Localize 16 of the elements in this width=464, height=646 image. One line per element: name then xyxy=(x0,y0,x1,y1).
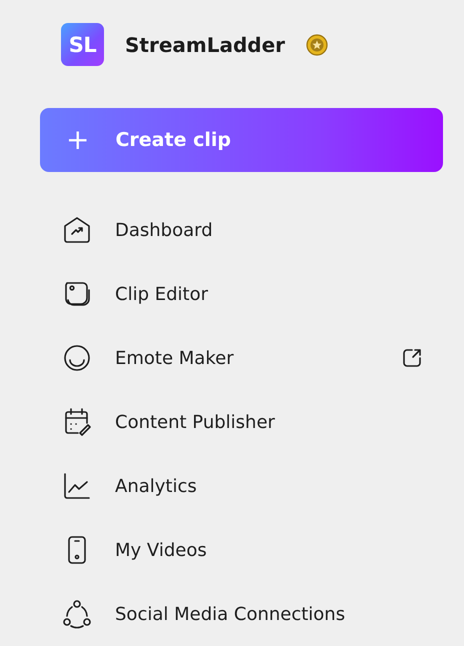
nav-item[interactable]: Dashboard xyxy=(115,220,443,240)
smiley-icon xyxy=(61,342,93,374)
logo: SL xyxy=(61,23,104,66)
nav-item[interactable]: Analytics xyxy=(115,476,443,496)
network-icon xyxy=(61,598,93,630)
brand-name: StreamLadder xyxy=(125,32,286,56)
dashboard-icon xyxy=(61,214,93,246)
nav-item[interactable]: Clip Editor xyxy=(115,284,443,304)
create-clip-button[interactable]: + Create clip xyxy=(40,108,443,172)
nav-item[interactable]: Emote Maker xyxy=(115,348,379,368)
nav-item[interactable]: Social Media Connections xyxy=(115,604,443,624)
nav-item[interactable]: My Videos xyxy=(115,540,443,560)
nav-item[interactable]: Content Publisher xyxy=(115,412,443,432)
plus-icon: + xyxy=(66,126,90,154)
star-coin-icon xyxy=(306,34,328,56)
external-link-icon[interactable] xyxy=(401,347,423,369)
